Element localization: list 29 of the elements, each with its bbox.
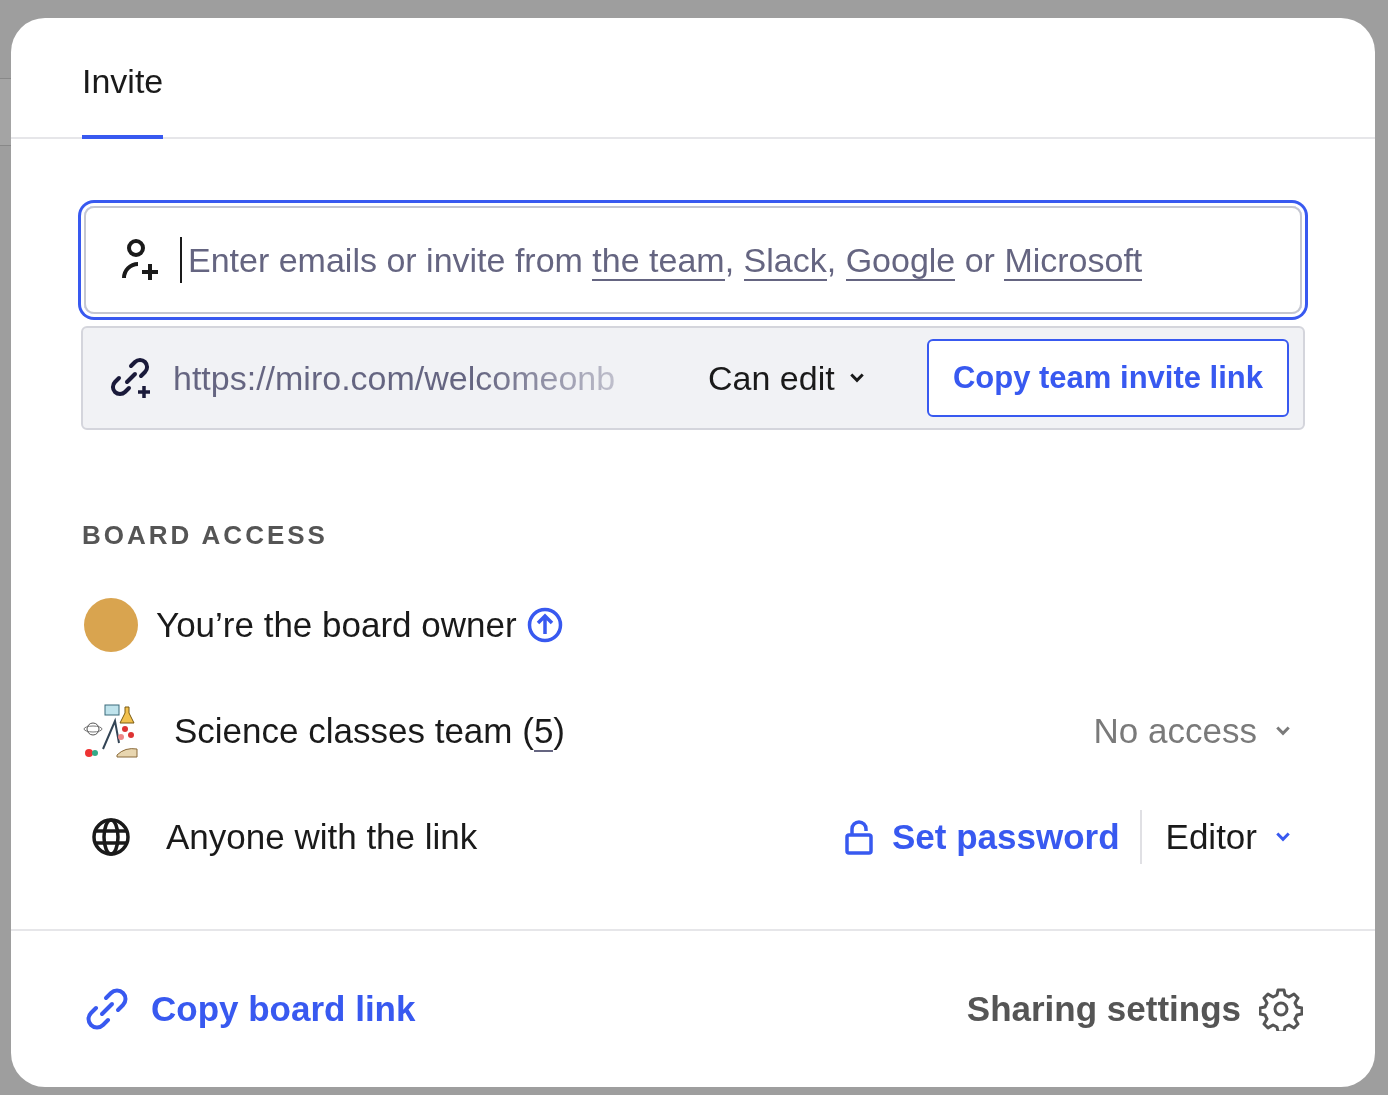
link-icon [85, 987, 129, 1031]
email-placeholder: Enter emails or invite from the team, Slack, Google or Microsoft [188, 240, 1143, 280]
invite-source-link[interactable]: Google [845, 240, 956, 281]
link-access-label: Anyone with the link [166, 817, 478, 857]
caret-icon [1275, 831, 1291, 843]
science-team-icon [83, 703, 139, 759]
permission-dropdown[interactable]: Can edit [702, 357, 871, 399]
invite-source-link[interactable]: the team [592, 240, 725, 281]
access-dropdown[interactable]: Editor [1165, 817, 1305, 857]
avatar [84, 598, 138, 652]
invite-source-link[interactable]: Slack [743, 240, 827, 281]
add-person-icon [120, 238, 160, 282]
set-password-button[interactable]: Set password [844, 817, 1120, 857]
section-heading: BOARD ACCESS [81, 520, 329, 551]
globe-icon [91, 817, 131, 857]
invite-tab[interactable]: Invite [82, 62, 164, 139]
copy-invite-link-button[interactable]: Copy team invite link [926, 339, 1289, 417]
member-count-link[interactable]: 5 [533, 711, 554, 752]
team-label: Science classes team (5) [174, 711, 565, 751]
owner-label: You’re the board owner [156, 605, 517, 645]
link-plus-icon [109, 356, 153, 400]
settings-icon [1259, 987, 1303, 1031]
copy-board-link[interactable]: Copy board link [85, 987, 416, 1031]
invite-source-link[interactable]: Microsoft [1004, 240, 1143, 281]
caret-icon [1275, 725, 1291, 737]
caret-icon [848, 372, 865, 384]
lock-icon [844, 819, 874, 855]
sharing-settings-button[interactable]: Sharing settings [966, 987, 1303, 1031]
access-dropdown[interactable]: No access [1093, 711, 1305, 751]
